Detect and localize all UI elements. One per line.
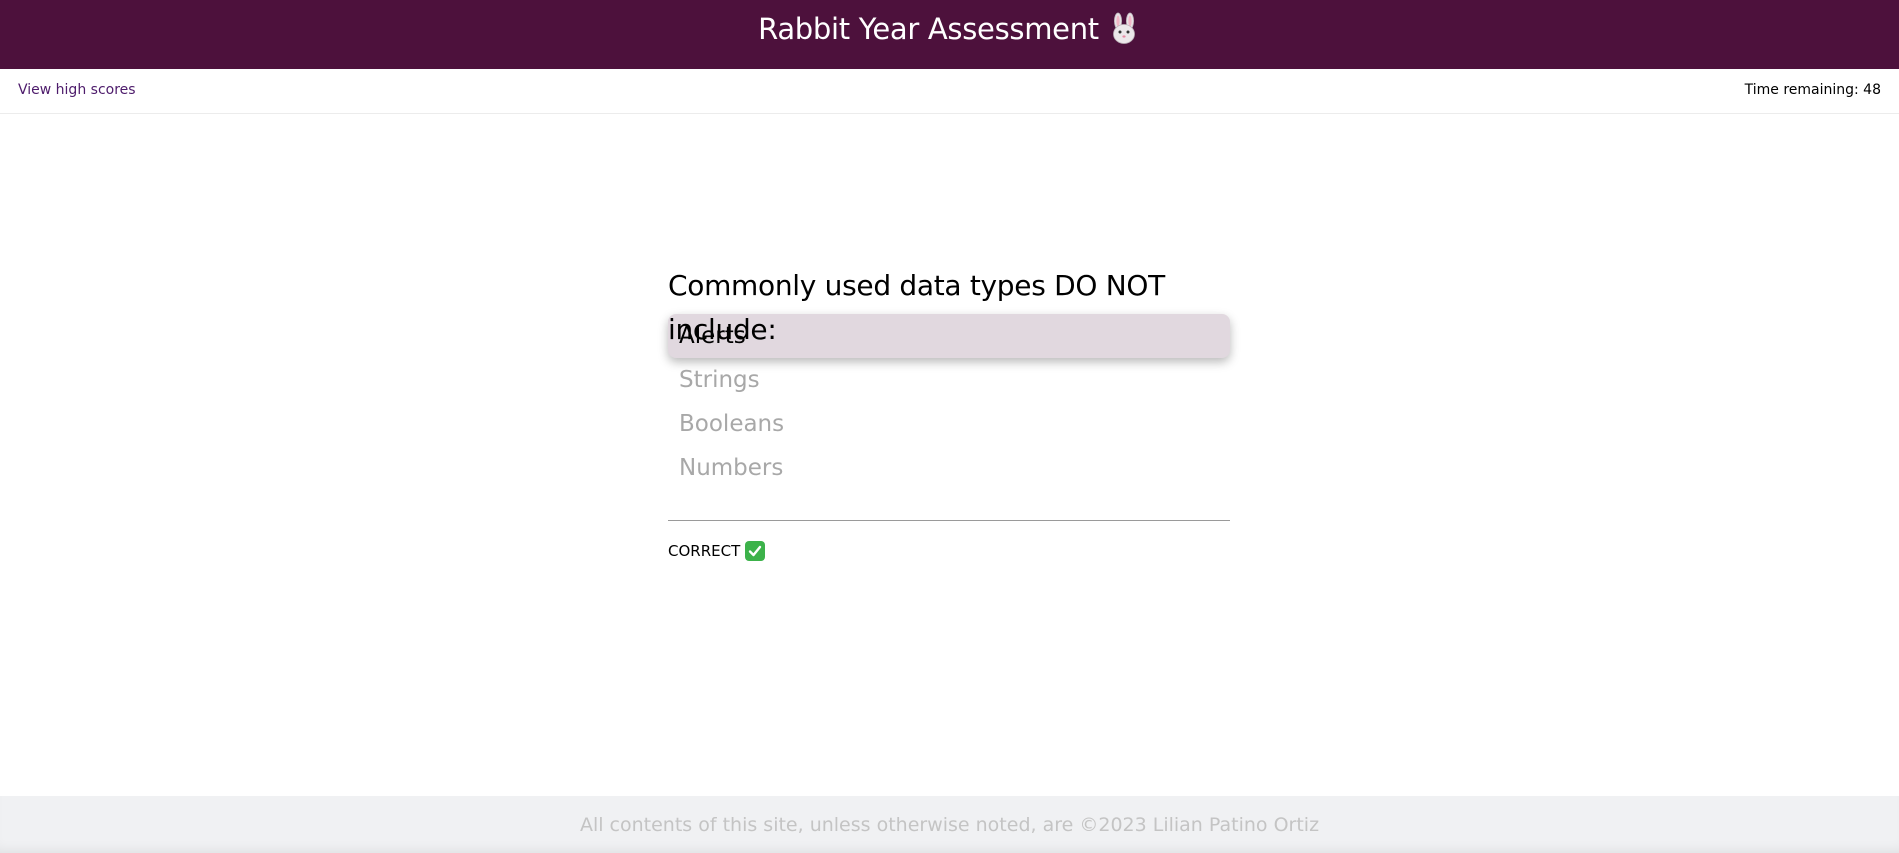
page: Rabbit Year Assessment View high scores … bbox=[0, 0, 1899, 853]
answer-option-numbers[interactable]: Numbers bbox=[668, 446, 1230, 490]
time-remaining: Time remaining: 48 bbox=[1744, 82, 1881, 98]
site-footer: All contents of this site, unless otherw… bbox=[0, 796, 1899, 853]
site-header: Rabbit Year Assessment bbox=[0, 0, 1899, 69]
copyright-text: All contents of this site, unless otherw… bbox=[579, 813, 1320, 836]
answer-option-booleans[interactable]: Booleans bbox=[668, 402, 1230, 446]
feedback: CORRECT bbox=[668, 541, 1230, 561]
feedback-text: CORRECT bbox=[668, 542, 741, 560]
view-high-scores-link[interactable]: View high scores bbox=[18, 82, 136, 98]
question-text: Commonly used data types DO NOT include: bbox=[668, 269, 1165, 346]
answer-option-strings[interactable]: Strings bbox=[668, 358, 1230, 402]
page-title: Rabbit Year Assessment bbox=[758, 11, 1099, 46]
page-title-wrapper: Rabbit Year Assessment bbox=[758, 12, 1141, 46]
quiz-card: Commonly used data types DO NOT include:… bbox=[668, 264, 1230, 561]
divider bbox=[668, 520, 1230, 521]
check-mark-icon bbox=[745, 541, 766, 561]
rabbit-face-icon bbox=[1107, 12, 1141, 46]
top-nav-bar: View high scores Time remaining: 48 bbox=[0, 69, 1899, 114]
